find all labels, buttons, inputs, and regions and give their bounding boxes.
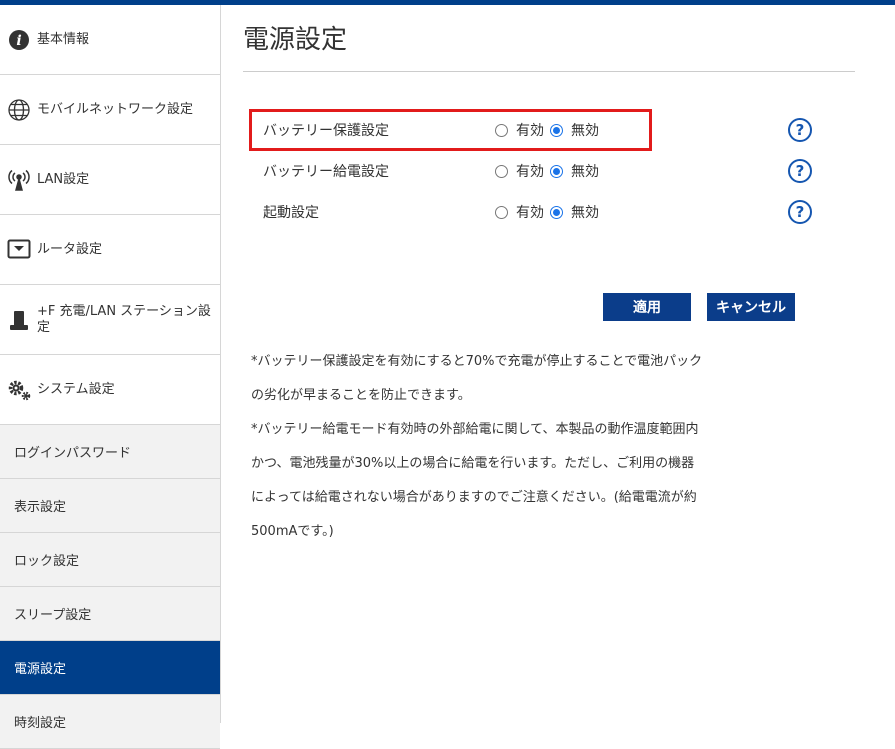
- setting-label: バッテリー保護設定: [263, 123, 389, 139]
- info-icon: i: [6, 27, 32, 53]
- sidebar-item-label: 基本情報: [37, 31, 90, 47]
- svg-text:i: i: [16, 33, 21, 49]
- setting-label: 起動設定: [263, 205, 319, 221]
- router-icon: [6, 237, 32, 263]
- station-icon: [6, 307, 32, 333]
- radio-enable-label: 有効: [516, 123, 544, 139]
- radio-enable[interactable]: [495, 164, 508, 178]
- sidebar-item-label: +F 充電/LAN ステーション設定: [37, 303, 211, 335]
- sidebar-subitem-display[interactable]: 表示設定: [0, 479, 220, 533]
- sidebar-item-station[interactable]: +F 充電/LAN ステーション設定: [0, 285, 220, 355]
- page-title: 電源設定: [243, 25, 348, 55]
- radio-enable[interactable]: [495, 123, 508, 137]
- note-line: 500mAです。): [251, 524, 334, 539]
- notes: *バッテリー保護設定を有効にすると70%で充電が停止することで電池パック の劣化…: [251, 345, 851, 549]
- setting-label: バッテリー給電設定: [263, 164, 389, 180]
- note-line: かつ、電池残量が30%以上の場合に給電を行います。ただし、ご利用の機器: [251, 456, 695, 471]
- sidebar-item-basic-info[interactable]: i 基本情報: [0, 5, 220, 75]
- sidebar-item-label: LAN設定: [37, 171, 90, 187]
- sidebar-item-router[interactable]: ルータ設定: [0, 215, 220, 285]
- setting-row-startup: 起動設定 有効 無効 ?: [263, 197, 812, 227]
- radio-enable-label: 有効: [516, 205, 544, 221]
- help-icon[interactable]: ?: [788, 200, 812, 224]
- help-icon[interactable]: ?: [788, 159, 812, 183]
- radio-enable-label: 有効: [516, 164, 544, 180]
- title-divider: [243, 71, 855, 72]
- gears-icon: [6, 377, 32, 403]
- sidebar-item-label: システム設定: [37, 381, 115, 397]
- antenna-icon: [6, 167, 32, 193]
- note-line: *バッテリー給電モード有効時の外部給電に関して、本製品の動作温度範囲内: [251, 422, 699, 437]
- radio-enable[interactable]: [495, 205, 508, 219]
- radio-disable-label: 無効: [571, 123, 599, 139]
- sidebar-subitem-sleep[interactable]: スリープ設定: [0, 587, 220, 641]
- radio-disable-label: 無効: [571, 164, 599, 180]
- note-line: によっては給電されない場合がありますのでご注意ください。(給電電流が約: [251, 490, 697, 505]
- sidebar-item-label: モバイルネットワーク設定: [37, 101, 194, 117]
- radio-disable[interactable]: [550, 164, 563, 178]
- sidebar-item-label: ルータ設定: [37, 241, 103, 257]
- radio-disable[interactable]: [550, 205, 563, 219]
- apply-button[interactable]: 適用: [603, 293, 691, 321]
- sidebar-subitem-power[interactable]: 電源設定: [0, 641, 220, 695]
- radio-disable[interactable]: [550, 123, 563, 137]
- setting-row-battery-protection: バッテリー保護設定 有効 無効 ?: [263, 115, 812, 145]
- sidebar-item-mobile-network[interactable]: モバイルネットワーク設定: [0, 75, 220, 145]
- note-line: *バッテリー保護設定を有効にすると70%で充電が停止することで電池パック: [251, 354, 703, 369]
- sidebar-subitem-login-password[interactable]: ログインパスワード: [0, 425, 220, 479]
- radio-disable-label: 無効: [571, 205, 599, 221]
- sidebar-item-lan[interactable]: LAN設定: [0, 145, 220, 215]
- help-icon[interactable]: ?: [788, 118, 812, 142]
- main-content: 電源設定 バッテリー保護設定 有効 無効 ? バッテリー給電設定 有効 無効 ?…: [243, 5, 855, 539]
- note-line: の劣化が早まることを防止できます。: [251, 388, 471, 403]
- globe-icon: [6, 97, 32, 123]
- setting-row-battery-supply: バッテリー給電設定 有効 無効 ?: [263, 156, 812, 186]
- sidebar-subitem-lock[interactable]: ロック設定: [0, 533, 220, 587]
- sidebar: i 基本情報 モバイルネットワーク設定 LAN設定 ルータ設定 +F 充電/LA…: [0, 5, 221, 749]
- sidebar-subitem-time[interactable]: 時刻設定: [0, 695, 220, 749]
- sidebar-item-system[interactable]: システム設定: [0, 355, 220, 425]
- cancel-button[interactable]: キャンセル: [707, 293, 795, 321]
